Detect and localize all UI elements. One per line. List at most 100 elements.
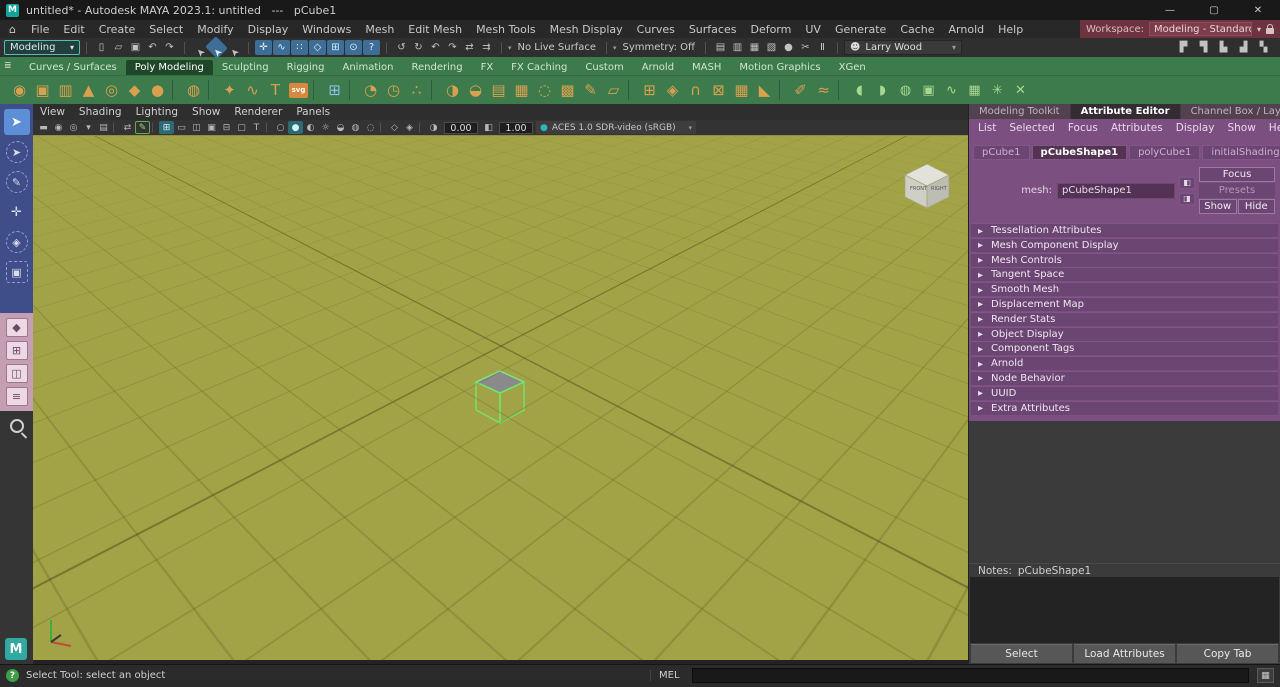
undo-icon[interactable]: ↶ bbox=[144, 40, 161, 55]
menu-item[interactable]: Surfaces bbox=[682, 23, 744, 36]
save-scene-icon[interactable]: ▣ bbox=[127, 40, 144, 55]
append-to-poly-icon[interactable]: ▱ bbox=[602, 79, 625, 102]
expand-arrow-icon[interactable]: ▶ bbox=[971, 374, 991, 382]
script-editor-icon[interactable]: ▦ bbox=[1257, 668, 1274, 683]
chevron-down-icon[interactable]: ▾ bbox=[508, 44, 512, 52]
workspace-dropdown[interactable]: Modeling - Standard* bbox=[1149, 22, 1252, 36]
wireframe-mode-icon[interactable]: ○ bbox=[273, 121, 288, 134]
redo-icon[interactable]: ↷ bbox=[161, 40, 178, 55]
open-scene-icon[interactable]: ▱ bbox=[110, 40, 127, 55]
attribute-editor-menu-item[interactable]: Show bbox=[1227, 122, 1255, 134]
select-tool-icon[interactable]: ➤ bbox=[4, 109, 30, 135]
attribute-section-bar[interactable]: ▶ Smooth Mesh bbox=[971, 282, 1278, 296]
make-live-icon[interactable]: ⊙ bbox=[345, 40, 362, 55]
point-snap-icon[interactable]: ∷ bbox=[291, 40, 308, 55]
menu-item[interactable]: Help bbox=[991, 23, 1030, 36]
chevron-down-icon[interactable]: ▾ bbox=[1257, 25, 1261, 34]
shelf-tab[interactable]: Sculpting bbox=[213, 60, 278, 75]
image-plane-icon[interactable]: ▤ bbox=[96, 121, 111, 134]
projected-center-snap-icon[interactable]: ◇ bbox=[309, 40, 326, 55]
attribute-section-bar[interactable]: ▶ Component Tags bbox=[971, 341, 1278, 355]
sidebar-tab[interactable]: Channel Box / Layer Editor bbox=[1181, 104, 1280, 119]
shelf-tab[interactable]: FX Caching bbox=[502, 60, 576, 75]
cleanup-icon[interactable]: ✳ bbox=[986, 79, 1009, 102]
attribute-editor-menu-item[interactable]: List bbox=[978, 122, 996, 134]
viewport-menu-item[interactable]: Shading bbox=[72, 106, 129, 118]
shelf-tab[interactable]: Custom bbox=[576, 60, 632, 75]
expand-arrow-icon[interactable]: ▶ bbox=[971, 286, 991, 294]
curve-snap-icon[interactable]: ∿ bbox=[273, 40, 290, 55]
attribute-editor-menu-item[interactable]: Display bbox=[1176, 122, 1215, 134]
attribute-editor-toggle-icon[interactable]: ▛ bbox=[1175, 40, 1192, 55]
isolate-select-icon[interactable]: ◇ bbox=[387, 121, 402, 134]
connections-icon[interactable]: ⇄ bbox=[461, 40, 478, 55]
expand-arrow-icon[interactable]: ▶ bbox=[971, 227, 991, 235]
menu-item[interactable]: Edit bbox=[56, 23, 91, 36]
menu-item[interactable]: Curves bbox=[630, 23, 682, 36]
ipr-render-icon[interactable]: ▦ bbox=[746, 40, 763, 55]
shelf-tab[interactable]: Arnold bbox=[633, 60, 683, 75]
combine-icon[interactable]: ◒ bbox=[464, 79, 487, 102]
modeling-toolkit-icon[interactable]: ⊞ bbox=[323, 79, 346, 102]
poly-disc-icon[interactable]: ● bbox=[146, 79, 169, 102]
xray-icon[interactable]: ◈ bbox=[402, 121, 417, 134]
viewport-menu-item[interactable]: Renderer bbox=[227, 106, 289, 118]
field-chart-icon[interactable]: ⊟ bbox=[219, 121, 234, 134]
minimize-button[interactable]: — bbox=[1148, 0, 1192, 20]
new-scene-icon[interactable]: ▯ bbox=[93, 40, 110, 55]
expand-arrow-icon[interactable]: ▶ bbox=[971, 315, 991, 323]
presets-button[interactable]: Presets bbox=[1199, 183, 1275, 198]
construction-history-icon[interactable]: ⇉ bbox=[478, 40, 495, 55]
menu-item[interactable]: File bbox=[24, 23, 56, 36]
boolean-difference-icon[interactable]: ◗ bbox=[871, 79, 894, 102]
attribute-section-bar[interactable]: ▶ Node Behavior bbox=[971, 371, 1278, 385]
shelf-tab[interactable]: MASH bbox=[683, 60, 730, 75]
attribute-section-bar[interactable]: ▶ UUID bbox=[971, 386, 1278, 400]
poly-sphere-icon[interactable]: ◉ bbox=[8, 79, 31, 102]
film-gate-icon[interactable]: ▭ bbox=[174, 121, 189, 134]
render-view-icon[interactable]: ▤ bbox=[712, 40, 729, 55]
boolean-intersection-icon[interactable]: ◍ bbox=[894, 79, 917, 102]
attribute-section-bar[interactable]: ▶ Tangent Space bbox=[971, 267, 1278, 281]
menu-item[interactable]: Modify bbox=[190, 23, 240, 36]
attribute-editor-button[interactable]: Copy Tab bbox=[1177, 644, 1278, 663]
motion-blur-icon[interactable]: ◌ bbox=[363, 121, 378, 134]
gate-mask-icon[interactable]: ▣ bbox=[204, 121, 219, 134]
symmetry-dropdown[interactable]: Symmetry: Off bbox=[619, 42, 699, 53]
multi-cut-icon[interactable]: ✎ bbox=[579, 79, 602, 102]
mirror-icon[interactable]: ◑ bbox=[441, 79, 464, 102]
safe-action-icon[interactable]: ▢ bbox=[234, 121, 249, 134]
expand-arrow-icon[interactable]: ▶ bbox=[971, 330, 991, 338]
gamma-field[interactable]: 1.00 bbox=[499, 122, 533, 134]
grid-snap-icon[interactable]: ✛ bbox=[255, 40, 272, 55]
node-tab[interactable]: initialShadingGroup bbox=[1202, 145, 1280, 160]
menu-item[interactable]: UV bbox=[798, 23, 828, 36]
camera-attributes-icon[interactable]: ◎ bbox=[66, 121, 81, 134]
close-button[interactable]: ✕ bbox=[1236, 0, 1280, 20]
history-output-icon[interactable]: ↷ bbox=[444, 40, 461, 55]
viewport-canvas[interactable]: FRONT RIGHT bbox=[33, 135, 968, 660]
occlusion-icon[interactable]: ◍ bbox=[348, 121, 363, 134]
attribute-editor-button[interactable]: Select bbox=[971, 644, 1072, 663]
attribute-section-bar[interactable]: ▶ Arnold bbox=[971, 356, 1278, 370]
menu-item[interactable]: Deform bbox=[743, 23, 798, 36]
menu-item[interactable]: Windows bbox=[295, 23, 358, 36]
separate-icon[interactable]: ▤ bbox=[487, 79, 510, 102]
retopologize-icon[interactable]: ∿ bbox=[940, 79, 963, 102]
grid-toggle-icon[interactable]: ⊞ bbox=[159, 121, 174, 134]
poly-pipe-icon[interactable]: ◍ bbox=[182, 79, 205, 102]
attribute-section-bar[interactable]: ▶ Object Display bbox=[971, 327, 1278, 341]
bridge-icon[interactable]: ∩ bbox=[684, 79, 707, 102]
expand-arrow-icon[interactable]: ▶ bbox=[971, 300, 991, 308]
lasso-tool-icon[interactable]: ➤ bbox=[6, 141, 28, 163]
node-tab[interactable]: pCube1 bbox=[973, 145, 1030, 160]
two-pane-layout-icon[interactable]: ◫ bbox=[6, 364, 28, 383]
input-connection-icon[interactable]: ◧ bbox=[1179, 177, 1195, 189]
mel-command-input[interactable] bbox=[692, 668, 1249, 683]
shelf-tab[interactable]: XGen bbox=[830, 60, 875, 75]
chevron-down-icon[interactable]: ▾ bbox=[613, 44, 617, 52]
focus-button[interactable]: Focus bbox=[1199, 167, 1275, 182]
shelf-tab[interactable]: Curves / Surfaces bbox=[20, 60, 126, 75]
poly-torus-icon[interactable]: ◎ bbox=[100, 79, 123, 102]
menu-item[interactable]: Generate bbox=[828, 23, 893, 36]
